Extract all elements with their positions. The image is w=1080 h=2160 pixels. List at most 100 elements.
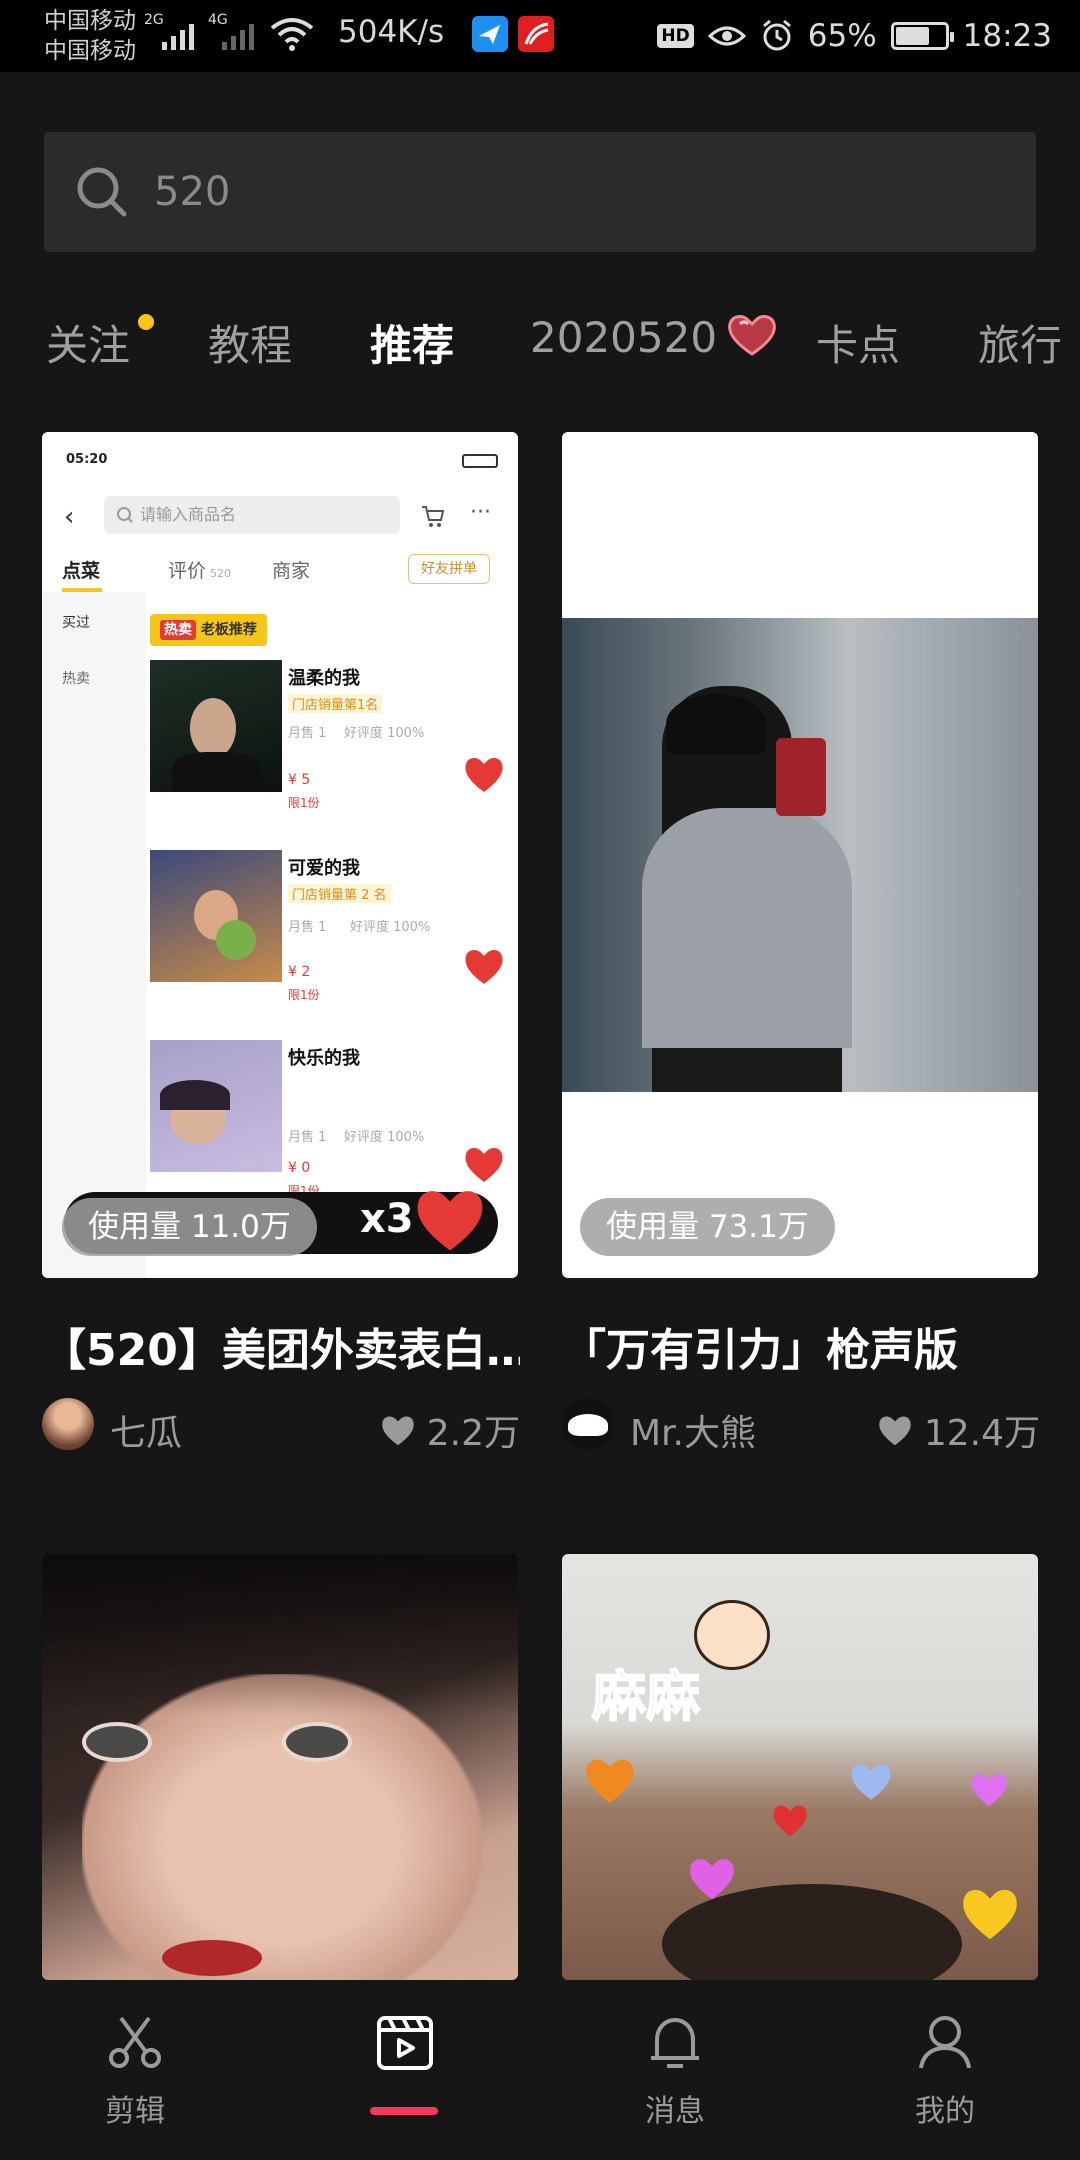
- nav-messages[interactable]: 消息: [540, 1980, 810, 2160]
- mock-item-photo: [150, 1040, 282, 1172]
- clock: 18:23: [962, 18, 1052, 54]
- usage-count-badge: 使用量 11.0万: [62, 1198, 317, 1256]
- mock-item-sales: 月售 1: [288, 1130, 327, 1145]
- mock-item-price: ¥ 0: [288, 1160, 311, 1176]
- mock-cart-icon: [422, 506, 445, 527]
- mock-item-badge: 门店销量第 2 名: [288, 884, 391, 903]
- nav-label: 剪辑: [105, 2094, 165, 2129]
- hd-badge: HD: [657, 24, 694, 48]
- tab-travel[interactable]: 旅行: [978, 312, 1062, 373]
- battery-icon: [890, 22, 954, 50]
- mock-item-rating: 好评度 100%: [344, 1130, 425, 1145]
- mock-item-price: ¥ 5: [288, 772, 311, 788]
- heart-icon: [465, 1148, 503, 1182]
- selfie-photo: [562, 618, 1038, 1092]
- nav-label: 消息: [645, 2094, 705, 2129]
- cartoon-face-sticker: [694, 1600, 770, 1670]
- like-count[interactable]: 12.4万: [876, 1404, 1040, 1456]
- signal-2g-icon: 2G: [144, 12, 194, 50]
- search-input[interactable]: [154, 164, 994, 220]
- heart-icon: [971, 1773, 1007, 1807]
- template-card-thumbnail[interactable]: [42, 1554, 518, 1980]
- mock-item-name: 快乐的我: [288, 1048, 360, 1069]
- tab-recommend[interactable]: 推荐: [370, 312, 454, 373]
- mock-item-photo: [150, 660, 282, 792]
- avatar[interactable]: [562, 1398, 614, 1450]
- category-tabs: 关注 教程 推荐 2020520 卡点 旅行: [0, 300, 1080, 380]
- mock-tab-reviews: 评价 520: [168, 560, 232, 582]
- carrier-2: 中国移动: [44, 38, 136, 64]
- mock-item-sales: 月售 1: [288, 726, 327, 741]
- mock-side-bought: 买过: [62, 615, 90, 631]
- avatar[interactable]: [42, 1398, 94, 1450]
- heart-icon: [773, 1805, 807, 1837]
- template-card-thumbnail[interactable]: 使用量 73.1万: [562, 432, 1038, 1278]
- alarm-icon: [762, 19, 791, 51]
- mock-side-hot: 热卖: [62, 671, 90, 687]
- unread-dot: [138, 314, 154, 330]
- carrier-info: 中国移动 中国移动: [44, 6, 136, 66]
- mock-item-price: ¥ 2: [288, 964, 311, 980]
- tab-2020520[interactable]: 2020520: [530, 312, 778, 362]
- author-row: 七瓜 2.2万: [42, 1398, 520, 1454]
- card-title[interactable]: 「万有引力」枪声版: [562, 1314, 1040, 1378]
- mock-item-photo: [150, 850, 282, 982]
- template-card-thumbnail[interactable]: 05:20 ‹ 请输入商品名 ··· 点菜 评价 520 商家 好友拼单 买过 热…: [42, 432, 518, 1278]
- nav-edit[interactable]: 剪辑: [0, 1980, 270, 2160]
- system-status: HD 65% 18:23: [657, 12, 1052, 60]
- mock-hot-banner: 热卖 老板推荐: [150, 614, 267, 646]
- sticker-text: 麻麻: [591, 1664, 701, 1729]
- search-bar[interactable]: [44, 132, 1036, 252]
- template-card-thumbnail[interactable]: 麻麻: [562, 1554, 1038, 1980]
- app-notification-icon: [472, 16, 508, 52]
- nav-profile[interactable]: 我的: [810, 1980, 1080, 2160]
- bottom-nav: 剪辑 消息 我的: [0, 1980, 1080, 2160]
- carrier-1: 中国移动: [44, 8, 136, 34]
- heart-icon: [465, 950, 503, 984]
- mock-item-badge: 门店销量第1名: [288, 694, 383, 713]
- mock-more-icon: ···: [470, 500, 491, 525]
- mock-item-rating: 好评度 100%: [350, 920, 431, 935]
- heart-icon: [417, 1191, 483, 1251]
- heart-icon: [879, 1416, 911, 1446]
- like-count[interactable]: 2.2万: [379, 1404, 520, 1456]
- mock-battery-icon: [462, 454, 498, 468]
- wifi-icon: [270, 18, 314, 51]
- mock-group-buy: 好友拼单: [408, 554, 490, 584]
- mock-item-name: 温柔的我: [288, 668, 360, 689]
- active-tab-indicator: [370, 2107, 438, 2115]
- scissors-icon: [109, 2016, 161, 2068]
- signal-4g-icon: 4G: [208, 12, 254, 50]
- network-speed: 504K/s: [338, 14, 445, 50]
- mock-sidebar: 买过 热卖: [42, 592, 146, 1278]
- mock-item-limit: 限1份: [288, 988, 320, 1002]
- mock-item-name: 可爱的我: [288, 858, 360, 879]
- tab-follow[interactable]: 关注: [46, 312, 130, 373]
- heart-icon: [382, 1416, 414, 1446]
- portrait-photo: [82, 1674, 482, 1980]
- mock-back-icon: ‹: [64, 502, 75, 532]
- heart-icon: [728, 315, 777, 356]
- mock-item-sales: 月售 1: [288, 920, 327, 935]
- bell-icon: [651, 2017, 699, 2068]
- nav-label: 我的: [915, 2094, 975, 2129]
- app-notification-icon: [518, 16, 554, 52]
- tab-beat-sync[interactable]: 卡点: [816, 312, 900, 373]
- search-icon: [77, 167, 127, 217]
- mock-multiplier: x3: [360, 1196, 414, 1242]
- author-name[interactable]: Mr.大熊: [630, 1404, 756, 1456]
- author-name[interactable]: 七瓜: [110, 1404, 182, 1456]
- mock-time: 05:20: [66, 452, 108, 467]
- food-app-mockup: 05:20 ‹ 请输入商品名 ··· 点菜 评价 520 商家 好友拼单 买过 热…: [42, 432, 518, 1278]
- heart-icon: [586, 1759, 634, 1803]
- nav-templates[interactable]: [270, 1980, 540, 2160]
- heart-icon: [963, 1889, 1017, 1940]
- battery-percent: 65%: [807, 18, 877, 54]
- mock-item-limit: 限1份: [288, 796, 320, 810]
- mock-item-rating: 好评度 100%: [344, 726, 425, 741]
- status-bar: 中国移动 中国移动 2G 4G 504K/s HD 65% 18:23: [0, 0, 1080, 72]
- tab-tutorial[interactable]: 教程: [208, 312, 292, 373]
- mock-tab-order: 点菜: [62, 560, 101, 582]
- card-title[interactable]: 【520】美团外卖表白…: [42, 1314, 520, 1378]
- author-row: Mr.大熊 12.4万: [562, 1398, 1040, 1454]
